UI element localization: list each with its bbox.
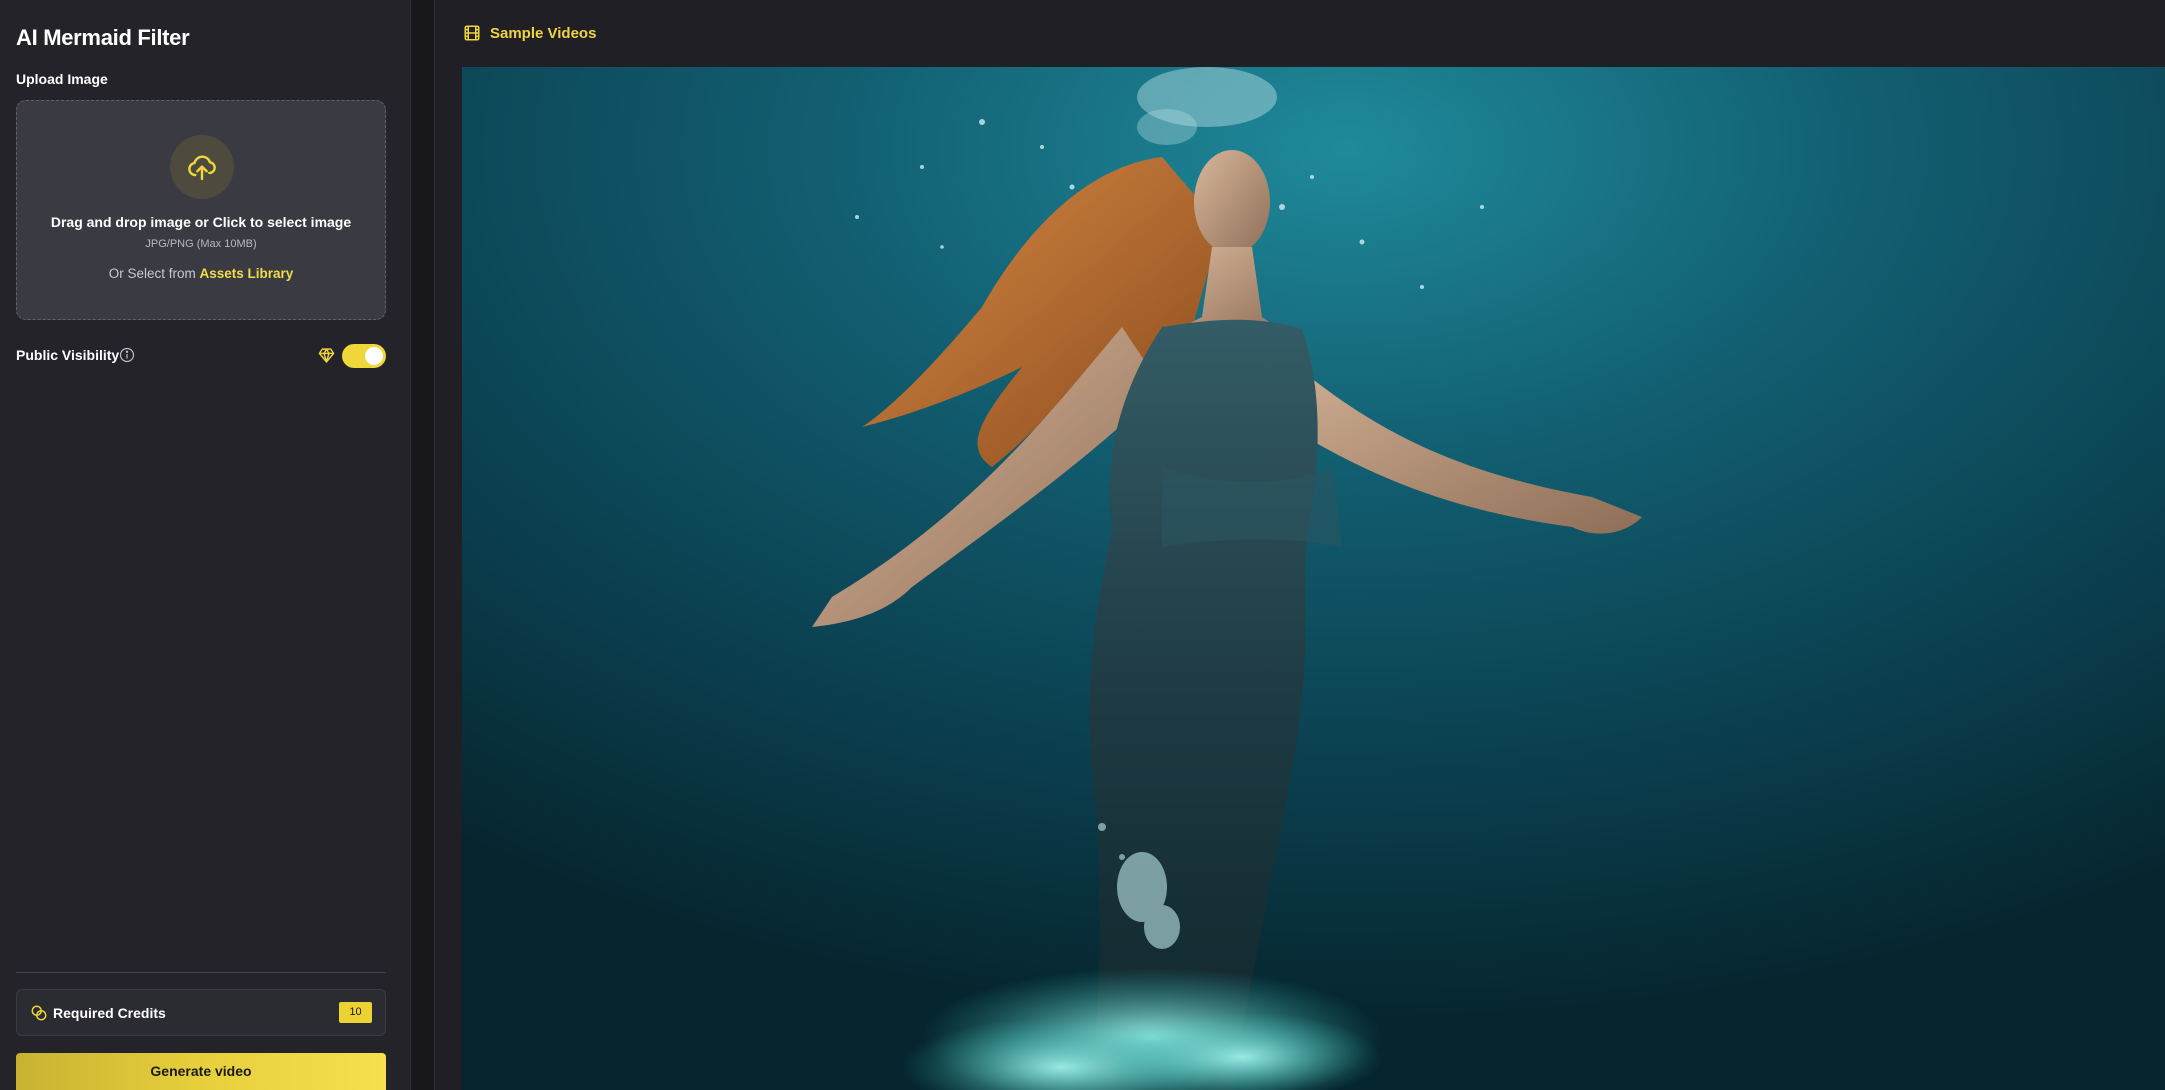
app-window: AI Mermaid Filter Upload Image Drag and …	[0, 0, 2165, 1090]
sidebar: AI Mermaid Filter Upload Image Drag and …	[0, 0, 411, 1090]
cloud-upload-icon	[188, 155, 216, 181]
public-visibility-toggle[interactable]	[342, 344, 386, 368]
upload-icon-circle	[170, 135, 234, 199]
image-dropzone[interactable]: Drag and drop image or Click to select i…	[16, 100, 386, 320]
film-icon	[464, 25, 480, 41]
sidebar-divider	[16, 972, 386, 973]
main-panel: Sample Videos	[434, 0, 2165, 1090]
dropzone-format-hint: JPG/PNG (Max 10MB)	[145, 238, 257, 250]
toggle-knob	[365, 347, 383, 365]
dropzone-alt-option: Or Select from Assets Library	[17, 266, 385, 281]
coins-icon	[31, 1005, 47, 1021]
sample-video-player[interactable]	[462, 67, 2165, 1090]
public-visibility-row: Public Visibility	[16, 343, 386, 369]
dropzone-instruction: Drag and drop image or Click to select i…	[50, 214, 352, 230]
sample-videos-title: Sample Videos	[490, 25, 597, 42]
upload-image-label: Upload Image	[16, 71, 108, 87]
page-title: AI Mermaid Filter	[16, 25, 190, 50]
info-icon[interactable]	[119, 347, 135, 363]
public-visibility-label: Public Visibility	[16, 347, 120, 363]
assets-library-link[interactable]: Assets Library	[200, 266, 294, 281]
required-credits-box: Required Credits 10	[16, 989, 386, 1036]
dropzone-alt-prefix: Or Select from	[108, 266, 196, 281]
generate-video-button[interactable]: Generate video	[16, 1053, 386, 1090]
premium-diamond-icon	[318, 348, 335, 363]
credits-count-badge: 10	[339, 1002, 372, 1023]
required-credits-label: Required Credits	[53, 1005, 166, 1021]
mermaid-video-frame	[462, 67, 2165, 1090]
